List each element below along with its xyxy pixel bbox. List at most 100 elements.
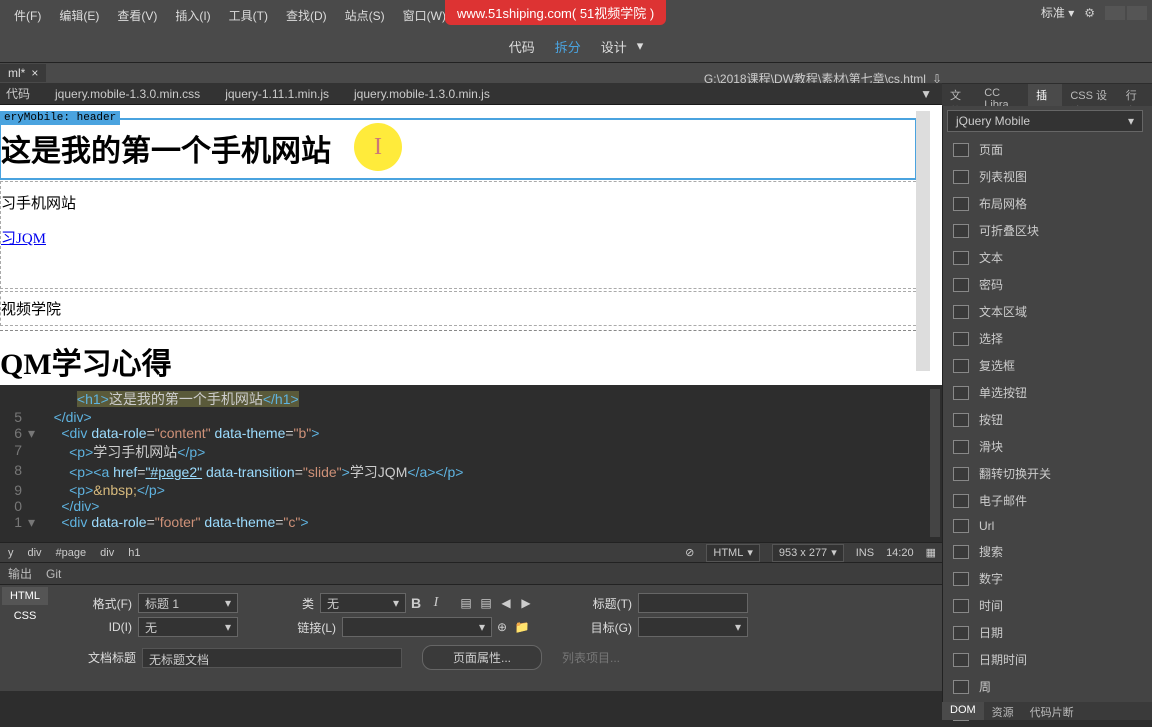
tab-css[interactable]: CSS 设计: [1062, 84, 1117, 106]
italic-button[interactable]: I: [427, 594, 445, 612]
unordered-list-button[interactable]: ▤: [457, 594, 475, 612]
view-design[interactable]: 设计: [601, 37, 627, 56]
workspace-switcher[interactable]: 标准 ▾: [1041, 4, 1074, 21]
outdent-button[interactable]: ◀: [497, 594, 515, 612]
menu-tool[interactable]: 工具(T): [220, 3, 277, 28]
format-label: 格式(F): [80, 595, 132, 612]
point-to-file-icon[interactable]: ⊕: [493, 618, 511, 636]
insert-item-20[interactable]: 周: [943, 673, 1152, 700]
tab-insert[interactable]: 插入: [1028, 84, 1062, 106]
document-tab[interactable]: ml* ×: [0, 64, 46, 82]
tab-behaviors[interactable]: 行为: [1118, 84, 1152, 106]
viewport-size-dropdown[interactable]: 953 x 277 ▾: [772, 544, 844, 562]
dom-tab[interactable]: DOM: [942, 702, 984, 720]
insert-item-2[interactable]: 布局网格: [943, 190, 1152, 217]
related-source[interactable]: 代码: [6, 85, 30, 102]
doctype-dropdown[interactable]: HTML ▾: [706, 544, 759, 562]
insert-item-3[interactable]: 可折叠区块: [943, 217, 1152, 244]
git-tab[interactable]: Git: [46, 567, 61, 581]
maximize-button[interactable]: [1127, 6, 1147, 20]
menu-insert[interactable]: 插入(I): [166, 3, 219, 28]
class-select[interactable]: 无▾: [320, 593, 406, 613]
related-file-2[interactable]: jquery-1.11.1.min.js: [225, 87, 329, 101]
preview-scrollbar[interactable]: [916, 111, 930, 371]
code-editor-pane[interactable]: <h1>这是我的第一个手机网站</h1> 5 </div> 6▾ <div da…: [0, 385, 942, 542]
format-select[interactable]: 标题 1▾: [138, 593, 238, 613]
bc-body[interactable]: y: [8, 547, 14, 559]
browse-folder-icon[interactable]: 📁: [513, 618, 531, 636]
insert-item-6[interactable]: 文本区域: [943, 298, 1152, 325]
insert-item-5[interactable]: 密码: [943, 271, 1152, 298]
insert-item-0[interactable]: 页面: [943, 136, 1152, 163]
view-split[interactable]: 拆分: [555, 37, 581, 56]
menu-site[interactable]: 站点(S): [336, 3, 394, 28]
title-input[interactable]: [638, 593, 748, 613]
insert-item-16[interactable]: 数字: [943, 565, 1152, 592]
code-scrollbar[interactable]: [930, 389, 940, 537]
view-code[interactable]: 代码: [509, 37, 535, 56]
insert-category-dropdown[interactable]: jQuery Mobile▾: [947, 110, 1143, 132]
insert-item-15[interactable]: 搜索: [943, 538, 1152, 565]
id-select[interactable]: 无▾: [138, 617, 238, 637]
preview-icon[interactable]: ▦: [926, 546, 936, 559]
error-indicator-icon[interactable]: ⊘: [685, 546, 694, 559]
sync-settings-icon[interactable]: ⚙: [1084, 6, 1095, 20]
widget-icon: [953, 680, 969, 694]
insert-item-10[interactable]: 按钮: [943, 406, 1152, 433]
view-dropdown-icon[interactable]: ▾: [637, 38, 644, 54]
insert-item-11[interactable]: 滑块: [943, 433, 1152, 460]
ordered-list-button[interactable]: ▤: [477, 594, 495, 612]
related-file-1[interactable]: jquery.mobile-1.3.0.min.css: [55, 87, 200, 101]
preview-paragraph-1[interactable]: 习手机网站: [1, 182, 916, 219]
widget-icon: [953, 305, 969, 319]
snippets-tab[interactable]: 代码片断: [1022, 702, 1082, 720]
menu-file[interactable]: 件(F): [5, 3, 50, 28]
bc-div1[interactable]: div: [28, 547, 42, 559]
widget-icon: [953, 519, 969, 533]
insert-item-12[interactable]: 翻转切换开关: [943, 460, 1152, 487]
preview-h1[interactable]: 这是我的第一个手机网站: [1, 126, 916, 170]
menu-edit[interactable]: 编辑(E): [50, 3, 108, 28]
tab-cclib[interactable]: CC Libra: [976, 84, 1028, 106]
props-html-mode[interactable]: HTML: [2, 587, 48, 605]
insert-item-4[interactable]: 文本: [943, 244, 1152, 271]
widget-icon: [953, 386, 969, 400]
id-label: ID(I): [80, 620, 132, 634]
props-css-mode[interactable]: CSS: [2, 607, 48, 625]
insert-item-18[interactable]: 日期: [943, 619, 1152, 646]
menu-find[interactable]: 查找(D): [277, 3, 336, 28]
target-select[interactable]: ▾: [638, 617, 748, 637]
insert-item-17[interactable]: 时间: [943, 592, 1152, 619]
widget-icon: [953, 494, 969, 508]
live-preview-pane[interactable]: eryMobile: header ▲ 这是我的第一个手机网站 习手机网站 习J…: [0, 105, 942, 385]
insert-item-19[interactable]: 日期时间: [943, 646, 1152, 673]
target-label: 目标(G): [580, 619, 632, 636]
page-properties-button[interactable]: 页面属性...: [422, 645, 542, 670]
indent-button[interactable]: ▶: [517, 594, 535, 612]
preview-h1-page2[interactable]: QM学习心得: [0, 331, 916, 385]
tab-files[interactable]: 文件: [942, 84, 976, 106]
close-tab-icon[interactable]: ×: [31, 66, 38, 80]
minimize-button[interactable]: [1105, 6, 1125, 20]
bc-page[interactable]: #page: [56, 547, 87, 559]
insert-item-14[interactable]: Url: [943, 514, 1152, 538]
bc-h1[interactable]: h1: [128, 547, 140, 559]
assets-tab[interactable]: 资源: [984, 702, 1022, 720]
doc-title-input[interactable]: 无标题文档: [142, 648, 402, 668]
insert-item-13[interactable]: 电子邮件: [943, 487, 1152, 514]
class-label: 类: [290, 595, 314, 612]
related-file-3[interactable]: jquery.mobile-1.3.0.min.js: [354, 87, 490, 101]
bold-button[interactable]: B: [407, 594, 425, 612]
insert-item-8[interactable]: 复选框: [943, 352, 1152, 379]
output-tab[interactable]: 输出: [8, 565, 32, 582]
menu-view[interactable]: 查看(V): [108, 3, 166, 28]
element-tag-badge: eryMobile: header: [0, 111, 120, 125]
insert-item-1[interactable]: 列表视图: [943, 163, 1152, 190]
bc-div2[interactable]: div: [100, 547, 114, 559]
insert-item-7[interactable]: 选择: [943, 325, 1152, 352]
preview-footer-text[interactable]: 视频学院: [1, 292, 916, 325]
filter-icon[interactable]: ▼: [920, 87, 932, 101]
link-input[interactable]: ▾: [342, 617, 492, 637]
insert-item-9[interactable]: 单选按钮: [943, 379, 1152, 406]
preview-link[interactable]: 习JQM: [1, 219, 46, 256]
